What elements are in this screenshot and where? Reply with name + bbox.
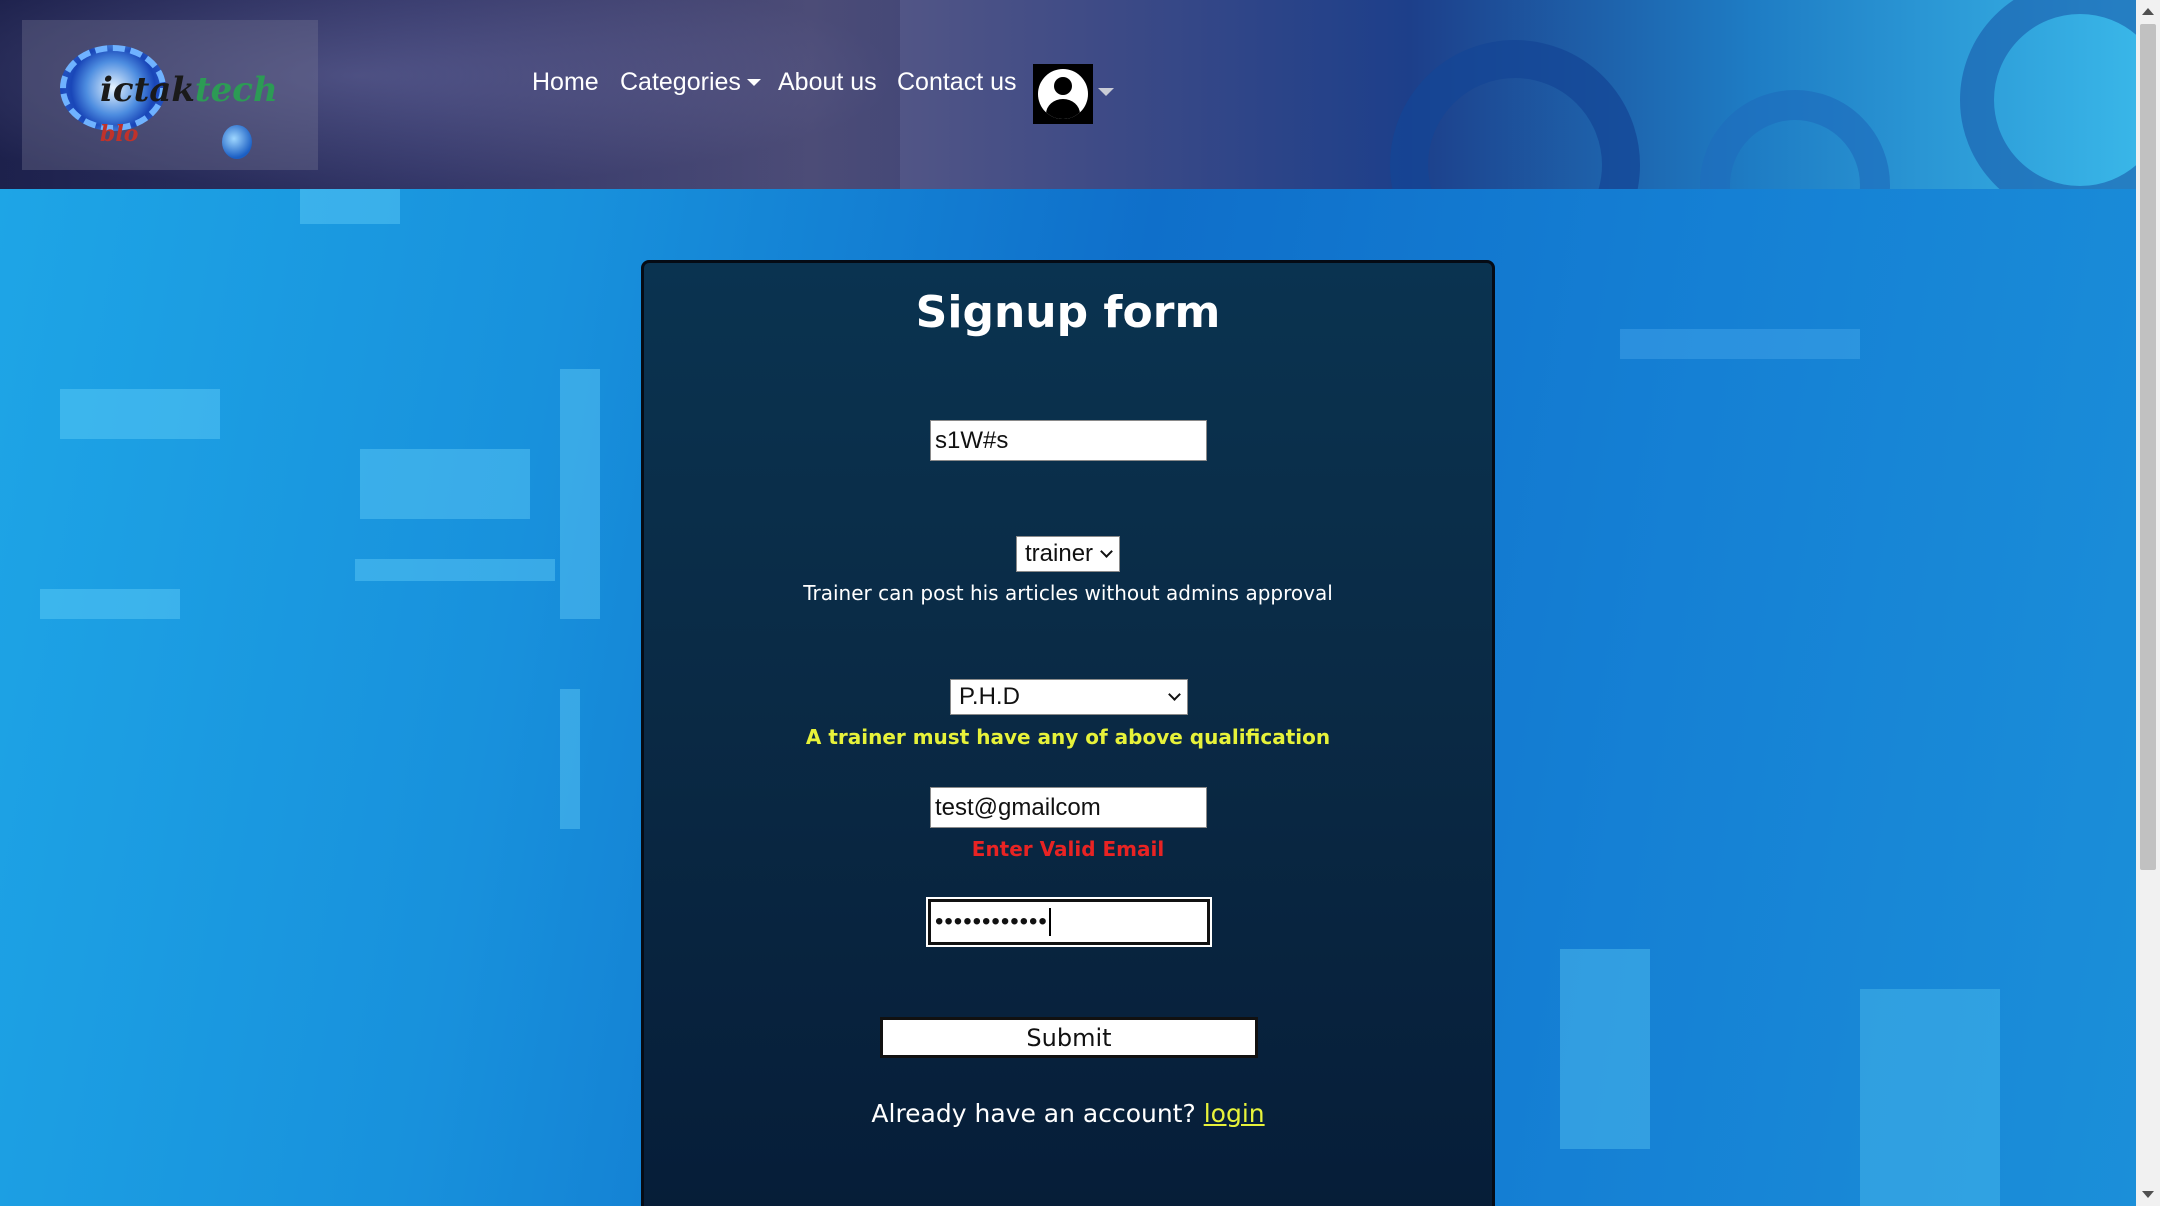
qualification-select-value: P.H.D (959, 683, 1020, 710)
logo-text-part1: ictak (100, 70, 195, 110)
gear-decoration-icon (1700, 90, 1890, 189)
password-masked-value: •••••••••••• (935, 908, 1048, 935)
qualification-note: A trainer must have any of above qualifi… (805, 725, 1331, 749)
role-select-value: trainer (1025, 540, 1094, 567)
chevron-down-icon (1100, 545, 1113, 558)
qualification-select[interactable]: P.H.D (950, 679, 1188, 715)
nav-home-link[interactable]: Home (532, 68, 599, 97)
background-glow (1560, 949, 1650, 1149)
signup-form-title: Signup form (915, 287, 1221, 338)
scroll-down-arrow-icon[interactable] (2142, 1191, 2154, 1198)
background-glow (40, 589, 180, 619)
login-prompt-line: Already have an account? login (644, 1099, 1492, 1128)
scrollbar-thumb[interactable] (2140, 24, 2156, 870)
background-glow (560, 689, 580, 829)
text-cursor (1048, 908, 1051, 936)
logo-text-part3: blo (100, 121, 139, 147)
logo-text: ictaktech blo (100, 70, 318, 150)
background-glow (300, 189, 400, 224)
profile-menu-button[interactable] (1033, 64, 1093, 124)
logo-text-part2: tech (194, 70, 278, 110)
background-glow (560, 369, 600, 619)
nav-categories-dropdown[interactable]: Categories (620, 68, 761, 97)
submit-button[interactable]: Submit (880, 1017, 1258, 1058)
nav-about-link[interactable]: About us (778, 68, 877, 97)
scroll-up-arrow-icon[interactable] (2142, 8, 2154, 15)
email-input[interactable]: test@gmailcom (930, 787, 1207, 828)
user-avatar-icon (1038, 69, 1088, 119)
nav-categories-label: Categories (620, 68, 741, 96)
login-link[interactable]: login (1204, 1099, 1265, 1128)
site-header: ictaktech blo Home Categories About us C… (0, 0, 2136, 189)
role-select[interactable]: trainer (1016, 536, 1120, 572)
background-glow (60, 389, 220, 439)
nav-contact-link[interactable]: Contact us (897, 68, 1017, 97)
username-input[interactable]: s1W#s (930, 420, 1207, 461)
email-error-message: Enter Valid Email (971, 837, 1165, 861)
page-scrollbar[interactable] (2136, 0, 2160, 1206)
site-logo[interactable]: ictaktech blo (22, 20, 318, 170)
role-note: Trainer can post his articles without ad… (803, 581, 1333, 605)
background-glow (355, 559, 555, 581)
gear-decoration-icon (1960, 0, 2136, 189)
background-glow (1860, 989, 2000, 1206)
login-prompt-text: Already have an account? (871, 1099, 1196, 1128)
password-input[interactable]: •••••••••••• (926, 897, 1212, 947)
logo-bulb-icon (222, 125, 252, 159)
caret-down-icon (746, 79, 761, 86)
signup-form-panel: Signup form s1W#s trainer Trainer can po… (641, 260, 1495, 1206)
background-glow (360, 449, 530, 519)
background-glow (1620, 329, 1860, 359)
profile-caret-icon[interactable] (1098, 88, 1114, 96)
chevron-down-icon (1168, 688, 1181, 701)
gear-decoration-icon (1390, 40, 1640, 189)
